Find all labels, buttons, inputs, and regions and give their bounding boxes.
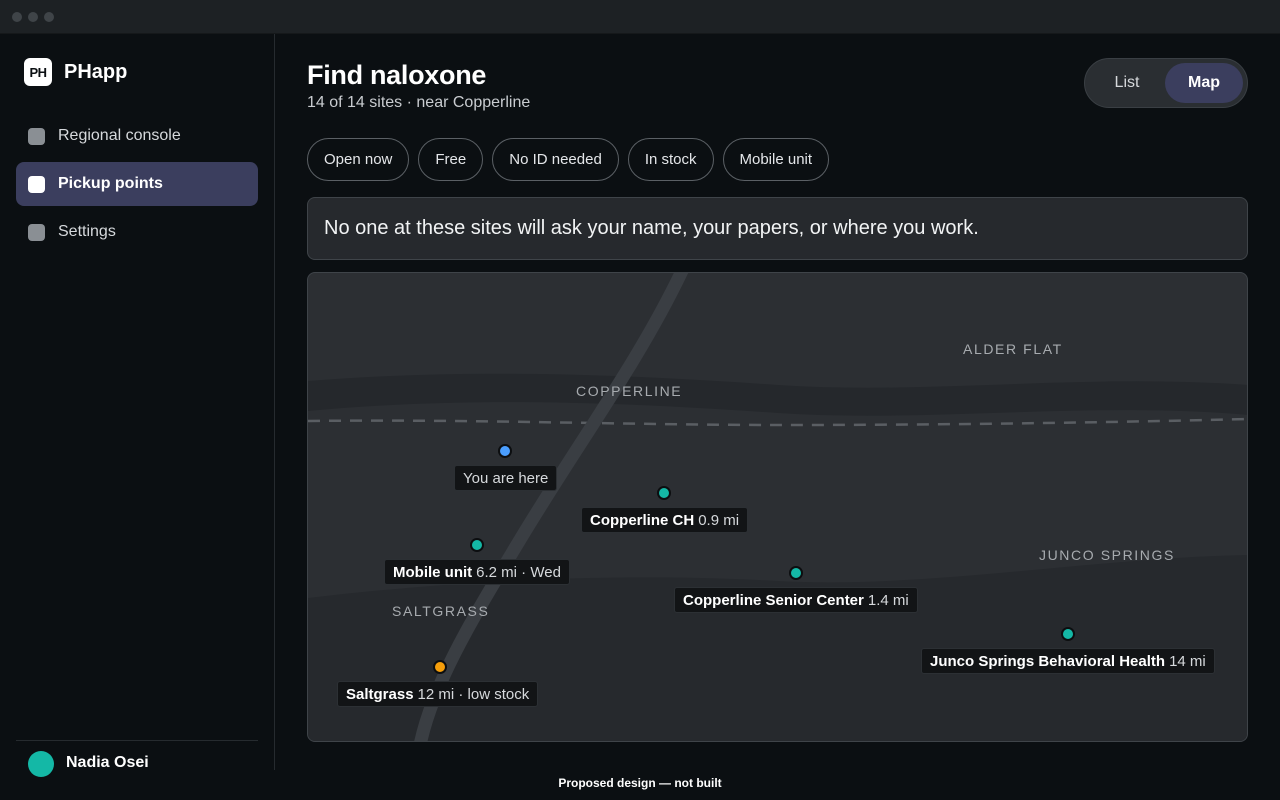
site-name: Junco Springs Behavioral Health xyxy=(930,652,1166,670)
window-maximize-dot[interactable] xyxy=(44,12,54,22)
site-detail: 1.4 mi xyxy=(867,591,909,609)
nav-square-icon xyxy=(28,127,45,145)
app-logo: PH xyxy=(24,58,52,86)
site-name: Copperline Senior Center xyxy=(683,591,864,609)
filter-chip-mobile-unit[interactable]: Mobile unit xyxy=(722,138,830,181)
sidebar-divider xyxy=(16,740,258,741)
site-label-copperline-ch[interactable]: Copperline CH 0.9 mi xyxy=(581,507,749,533)
design-status-footer: Proposed design — not built xyxy=(558,776,722,790)
sidebar-item-regional-console[interactable]: Regional console xyxy=(16,114,258,158)
site-detail: 12 mi · low stock xyxy=(417,685,530,703)
map-view-button[interactable]: Map xyxy=(1165,63,1243,103)
area-label-alder-flat: ALDER FLAT xyxy=(963,341,1063,357)
site-detail: 14 mi xyxy=(1169,652,1206,670)
filter-chip-in-stock[interactable]: In stock xyxy=(627,138,714,181)
site-pin-icon[interactable] xyxy=(789,566,803,580)
site-name: Saltgrass xyxy=(346,685,414,703)
sidebar: PH PHapp Regional console Pickup points … xyxy=(0,34,275,777)
avatar[interactable] xyxy=(28,751,54,777)
view-toggle: List Map xyxy=(1084,58,1248,108)
filter-chip-free[interactable]: Free xyxy=(418,138,484,181)
window-minimize-dot[interactable] xyxy=(28,12,38,22)
window-close-dot[interactable] xyxy=(12,12,22,22)
page-subtitle: 14 of 14 sites · near Copperline xyxy=(307,94,531,111)
site-detail: 0.9 mi xyxy=(698,511,740,529)
app-name: PHapp xyxy=(64,61,128,83)
sidebar-item-label: Regional console xyxy=(58,127,181,144)
sidebar-item-settings[interactable]: Settings xyxy=(16,210,258,254)
nav-square-icon xyxy=(28,175,45,193)
filter-chip-open-now[interactable]: Open now xyxy=(307,138,410,181)
site-label-saltgrass[interactable]: Saltgrass 12 mi · low stock xyxy=(337,681,539,707)
site-name: Mobile unit xyxy=(393,563,473,581)
area-label-junco-springs: JUNCO SPRINGS xyxy=(1039,547,1175,563)
list-view-button[interactable]: List xyxy=(1089,63,1165,103)
site-label-junco-springs-behavioral-health[interactable]: Junco Springs Behavioral Health 14 mi xyxy=(921,648,1215,674)
filter-chips: Open now Free No ID needed In stock Mobi… xyxy=(307,138,830,181)
filter-chip-no-id-needed[interactable]: No ID needed xyxy=(492,138,619,181)
page-title: Find naloxone xyxy=(307,60,487,90)
privacy-notice: No one at these sites will ask your name… xyxy=(307,197,1248,260)
site-pin-icon[interactable] xyxy=(1061,627,1075,641)
user-name: Nadia Osei xyxy=(66,754,149,771)
you-are-here-label: You are here xyxy=(454,465,558,491)
sidebar-item-label: Settings xyxy=(58,223,116,240)
current-location-pin-icon[interactable] xyxy=(498,444,512,458)
site-pin-icon[interactable] xyxy=(470,538,484,552)
site-label-mobile-unit[interactable]: Mobile unit 6.2 mi · Wed xyxy=(384,559,570,585)
site-detail: 6.2 mi · Wed xyxy=(476,563,561,581)
window-titlebar xyxy=(0,0,1280,34)
sidebar-item-pickup-points[interactable]: Pickup points xyxy=(16,162,258,206)
site-pin-icon[interactable] xyxy=(657,486,671,500)
site-name: Copperline CH xyxy=(590,511,695,529)
nav-square-icon xyxy=(28,223,45,241)
site-pin-icon[interactable] xyxy=(433,660,447,674)
you-are-here-text: You are here xyxy=(463,469,549,487)
area-label-saltgrass: SALTGRASS xyxy=(392,603,490,619)
sidebar-item-label: Pickup points xyxy=(58,175,163,192)
map-view[interactable]: ALDER FLAT COPPERLINE JUNCO SPRINGS SALT… xyxy=(307,272,1248,742)
area-label-copperline: COPPERLINE xyxy=(576,383,683,399)
site-label-copperline-senior-center[interactable]: Copperline Senior Center 1.4 mi xyxy=(674,587,918,613)
